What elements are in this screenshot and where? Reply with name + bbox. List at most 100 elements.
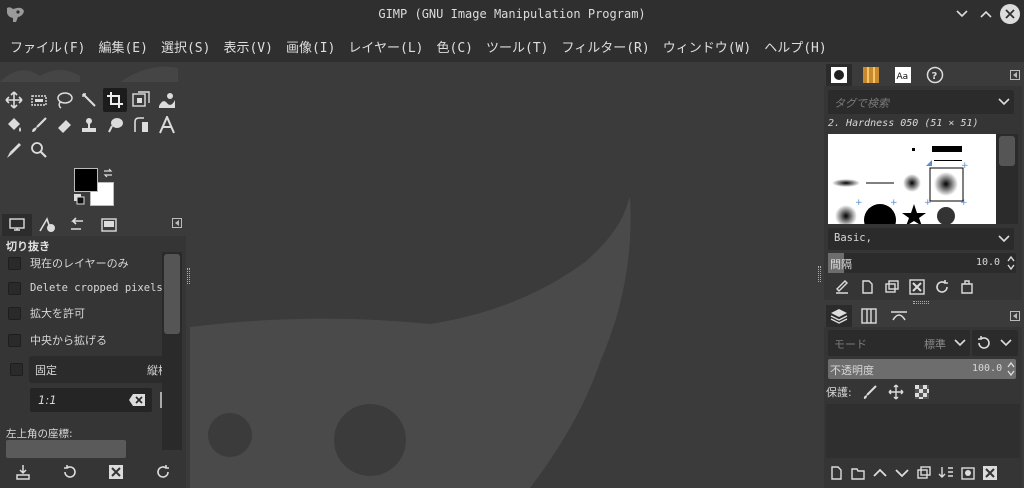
layer-mode-dropdown[interactable]: モード 標準: [828, 330, 970, 356]
duplicate-brush-icon[interactable]: [884, 279, 900, 295]
allow-growing-option[interactable]: 拡大を許可: [8, 303, 85, 323]
svg-text:+: +: [924, 198, 932, 208]
dock-separator-handle[interactable]: [913, 301, 929, 304]
menu-edit[interactable]: 編集(E): [98, 37, 147, 56]
spacing-slider[interactable]: 間隔 10.0: [828, 253, 1016, 273]
tab-layers[interactable]: [826, 305, 852, 327]
lock-pixels-icon[interactable]: [862, 384, 878, 400]
allow-growing-checkbox[interactable]: [8, 306, 21, 320]
restore-options-icon[interactable]: [62, 464, 78, 480]
paintbrush-tool-icon[interactable]: [27, 113, 51, 137]
tab-paths[interactable]: [886, 305, 912, 327]
brush-scrollbar[interactable]: [996, 134, 1018, 224]
refresh-brushes-icon[interactable]: [934, 279, 950, 295]
duplicate-layer-icon[interactable]: [916, 465, 932, 481]
smudge-tool-icon[interactable]: [103, 113, 127, 137]
delete-cropped-checkbox[interactable]: [8, 281, 21, 295]
tab-help[interactable]: ?: [922, 64, 948, 86]
spacing-spin-icon[interactable]: [1006, 255, 1016, 271]
menu-windows[interactable]: ウィンドウ(W): [663, 37, 751, 56]
brush-tag-filter[interactable]: タグで検索: [828, 90, 1014, 114]
delete-cropped-option[interactable]: Delete cropped pixels: [8, 278, 163, 298]
menu-layer[interactable]: レイヤー(L): [348, 37, 423, 56]
save-options-icon[interactable]: [15, 464, 31, 480]
raise-layer-icon[interactable]: [872, 465, 888, 481]
clone-tool-icon[interactable]: [77, 113, 101, 137]
tab-undo-history[interactable]: [62, 214, 92, 236]
menu-filters[interactable]: フィルター(R): [561, 37, 649, 56]
warp-tool-icon[interactable]: [155, 88, 179, 112]
move-tool-icon[interactable]: [2, 88, 26, 112]
brush-as-image-icon[interactable]: [959, 279, 975, 295]
lasso-tool-icon[interactable]: [52, 88, 76, 112]
tab-brushes[interactable]: [826, 64, 852, 86]
maximize-button[interactable]: [976, 4, 996, 24]
crop-tool-icon[interactable]: [103, 88, 127, 112]
color-picker-tool-icon[interactable]: [2, 138, 26, 162]
brush-scrollbar-thumb[interactable]: [999, 136, 1015, 166]
scrollbar-thumb[interactable]: [164, 254, 180, 334]
reset-options-icon[interactable]: [155, 464, 171, 480]
resize-handle-right[interactable]: [818, 266, 821, 282]
foreground-color-swatch[interactable]: [74, 168, 98, 192]
new-brush-icon[interactable]: [859, 279, 875, 295]
tab-tool-options[interactable]: [2, 214, 32, 236]
edit-brush-icon[interactable]: [834, 279, 850, 295]
menu-tools[interactable]: ツール(T): [486, 37, 548, 56]
layers-dock-menu-icon[interactable]: [1010, 311, 1020, 321]
fuzzy-select-tool-icon[interactable]: [77, 88, 101, 112]
expand-from-center-option[interactable]: 中央から拡げる: [8, 330, 107, 350]
menu-view[interactable]: 表示(V): [223, 37, 272, 56]
brushes-dock-menu-icon[interactable]: [1010, 70, 1020, 80]
text-tool-icon[interactable]: [155, 113, 179, 137]
tab-channels[interactable]: [856, 305, 882, 327]
aspect-ratio-input[interactable]: 1:1: [30, 388, 152, 412]
brush-grid[interactable]: + + + + +: [828, 134, 996, 224]
new-layer-group-icon[interactable]: [850, 465, 866, 481]
layer-mask-icon[interactable]: [960, 465, 976, 481]
image-canvas[interactable]: [190, 62, 820, 488]
merge-layer-icon[interactable]: [938, 465, 954, 481]
tab-device-status[interactable]: [32, 214, 62, 236]
current-layer-only-option[interactable]: 現在のレイヤーのみ: [8, 253, 129, 273]
tab-fonts[interactable]: Aa: [890, 64, 916, 86]
fixed-aspect-dropdown[interactable]: 固定 縦横: [29, 356, 163, 383]
resize-handle-left[interactable]: [187, 268, 190, 284]
scrollbar-track[interactable]: [162, 252, 182, 450]
clear-input-icon[interactable]: [128, 393, 146, 407]
opacity-spin-icon[interactable]: [1006, 361, 1016, 377]
layers-list[interactable]: [826, 404, 1020, 458]
lower-layer-icon[interactable]: [894, 465, 910, 481]
tab-images[interactable]: [94, 214, 124, 236]
delete-brush-icon[interactable]: [909, 279, 925, 295]
minimize-button[interactable]: [952, 4, 972, 24]
current-layer-only-checkbox[interactable]: [8, 256, 21, 270]
menu-select[interactable]: 選択(S): [161, 37, 210, 56]
position-label: 左上角の座標:: [6, 428, 73, 440]
brush-preset-dropdown[interactable]: Basic,: [828, 228, 1014, 250]
close-button[interactable]: [1000, 4, 1020, 24]
fixed-checkbox[interactable]: [10, 363, 23, 376]
lock-position-icon[interactable]: [888, 384, 904, 400]
tab-patterns[interactable]: [858, 64, 884, 86]
menu-colors[interactable]: 色(C): [437, 37, 473, 56]
paths-tool-icon[interactable]: [129, 113, 153, 137]
eraser-tool-icon[interactable]: [52, 113, 76, 137]
opacity-slider[interactable]: 不透明度 100.0: [828, 359, 1016, 379]
menu-image[interactable]: 画像(I): [286, 37, 335, 56]
menu-help[interactable]: ヘルプ(H): [764, 37, 826, 56]
default-colors-icon[interactable]: [74, 194, 86, 206]
new-layer-icon[interactable]: [828, 465, 844, 481]
transform-tool-icon[interactable]: [129, 88, 153, 112]
dock-menu-icon[interactable]: [172, 218, 182, 228]
rect-select-tool-icon[interactable]: [27, 88, 51, 112]
composite-mode-dropdown[interactable]: [972, 330, 1018, 356]
zoom-tool-icon[interactable]: [27, 138, 51, 162]
lock-alpha-icon[interactable]: [914, 384, 930, 400]
expand-from-center-checkbox[interactable]: [8, 333, 21, 347]
swap-colors-icon[interactable]: [102, 167, 114, 179]
delete-layer-icon[interactable]: [982, 465, 998, 481]
bucket-fill-tool-icon[interactable]: [2, 113, 26, 137]
menu-file[interactable]: ファイル(F): [10, 37, 85, 56]
delete-options-icon[interactable]: [108, 464, 124, 480]
